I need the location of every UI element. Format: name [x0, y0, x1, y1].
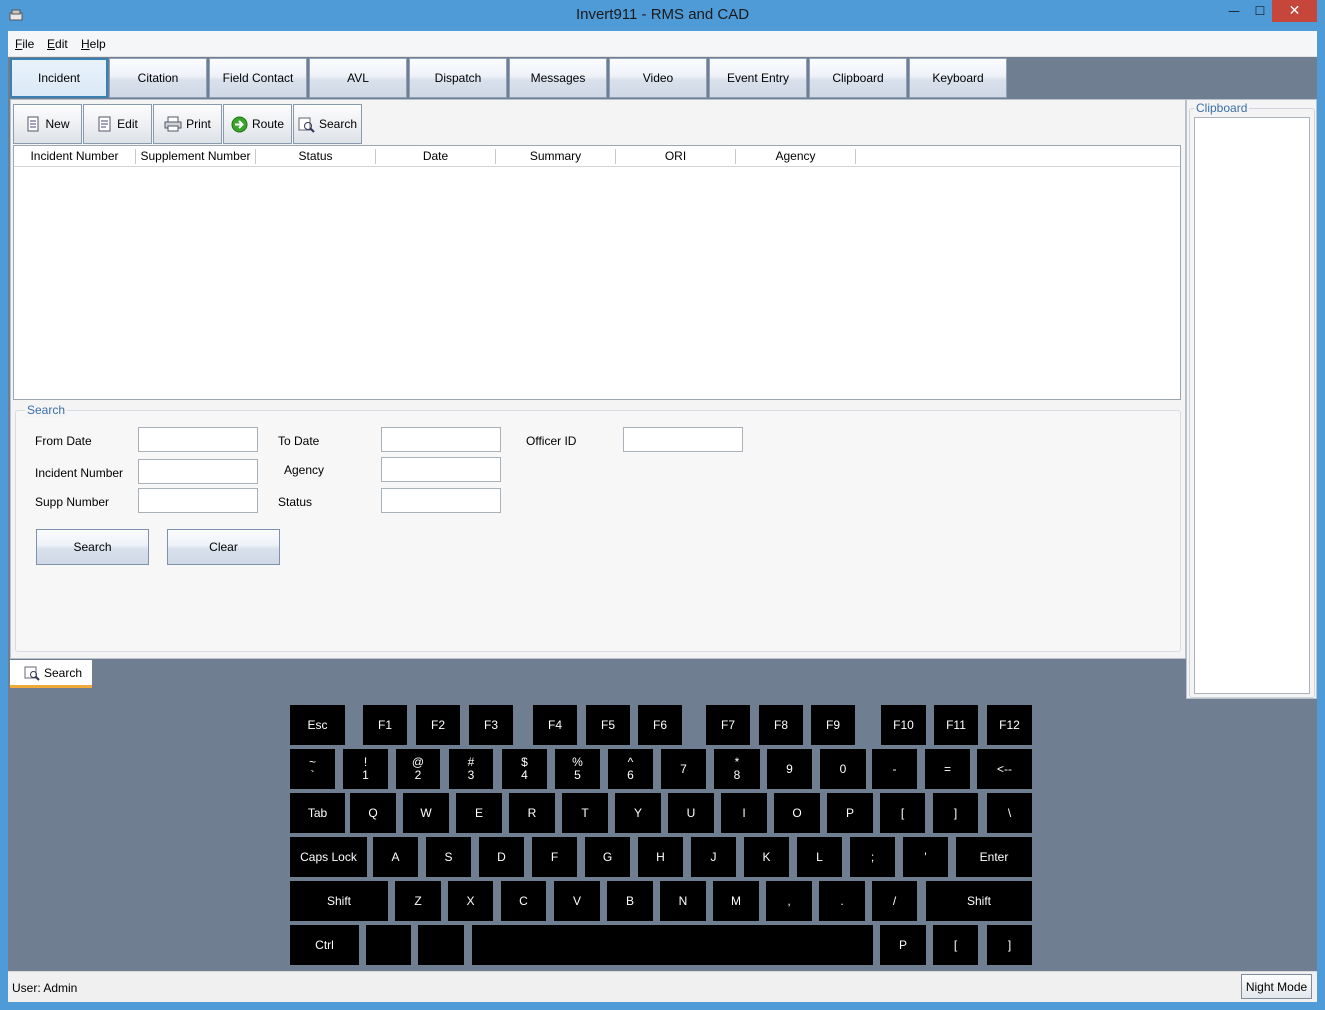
key-f11[interactable]: F11 [934, 705, 978, 745]
key--[interactable]: - [872, 749, 917, 789]
key-7[interactable]: 7 [661, 749, 706, 789]
key-f8[interactable]: F8 [759, 705, 803, 745]
key-6[interactable]: ^ 6 [608, 749, 653, 789]
key-u91[interactable]: [ [880, 793, 925, 833]
key-f1[interactable]: F1 [363, 705, 407, 745]
key-u61[interactable]: = [925, 749, 970, 789]
key-u93[interactable]: ] [987, 925, 1032, 965]
key-c[interactable]: C [501, 881, 546, 921]
key-o[interactable]: O [774, 793, 820, 833]
key-u96[interactable]: ~ ` [290, 749, 335, 789]
key-shift[interactable]: Shift [926, 881, 1032, 921]
key-label: - [892, 761, 897, 776]
key-y[interactable]: Y [615, 793, 661, 833]
key-esc[interactable]: Esc [290, 705, 345, 745]
key-3[interactable]: #3 [449, 749, 493, 789]
key-z[interactable]: Z [395, 881, 441, 921]
key-u59[interactable]: ; [850, 837, 895, 877]
key-f5[interactable]: F5 [586, 705, 630, 745]
night-mode-button[interactable]: Night Mode [1241, 974, 1312, 999]
key-1[interactable]: ! 1 [343, 749, 388, 789]
key-blank-2[interactable] [418, 925, 464, 965]
key-g[interactable]: G [585, 837, 630, 877]
key-t[interactable]: T [562, 793, 608, 833]
maximize-button[interactable]: ☐ [1246, 0, 1274, 22]
key-u46[interactable]: . [819, 881, 865, 921]
key-f7[interactable]: F7 [706, 705, 750, 745]
key-label: 4 [521, 768, 528, 782]
key-n[interactable]: N [660, 881, 706, 921]
key-u44[interactable]: , [766, 881, 812, 921]
key-label: <-- [997, 761, 1012, 776]
key-shift[interactable]: Shift [290, 881, 388, 921]
key-label: 6 [627, 768, 634, 782]
status-user: User: Admin [12, 981, 78, 995]
key-f6[interactable]: F6 [638, 705, 682, 745]
key-f12[interactable]: F12 [987, 705, 1032, 745]
key-8[interactable]: * 8 [714, 749, 760, 789]
key-q[interactable]: Q [350, 793, 396, 833]
key-ctrl[interactable]: Ctrl [290, 925, 359, 965]
key-2[interactable]: @2 [396, 749, 440, 789]
key-label: 5 [574, 768, 581, 782]
key-s[interactable]: S [426, 837, 471, 877]
key-u93[interactable]: ] [933, 793, 978, 833]
key-l[interactable]: L [797, 837, 842, 877]
key-0[interactable]: 0 [820, 749, 866, 789]
key-label: 7 [680, 761, 687, 776]
minimize-button[interactable]: — [1220, 0, 1248, 22]
key-u47[interactable]: / [872, 881, 917, 921]
close-button[interactable]: ✕ [1272, 0, 1317, 22]
key-f4[interactable]: F4 [533, 705, 577, 745]
key-w[interactable]: W [403, 793, 449, 833]
key-x[interactable]: X [448, 881, 493, 921]
key-h[interactable]: H [638, 837, 683, 877]
title-bar: Invert911 - RMS and CAD — ☐ ✕ [0, 0, 1325, 31]
key-9[interactable]: 9 [767, 749, 812, 789]
key-space[interactable] [472, 925, 873, 965]
key-u[interactable]: U [668, 793, 714, 833]
key-5[interactable]: % 5 [555, 749, 600, 789]
key-label: ` [310, 768, 315, 782]
key-f9[interactable]: F9 [811, 705, 855, 745]
key-blank-1[interactable] [366, 925, 411, 965]
key-label: 8 [733, 768, 741, 782]
key-p[interactable]: P [827, 793, 873, 833]
key-tab[interactable]: Tab [290, 793, 345, 833]
key-b[interactable]: B [607, 881, 653, 921]
key-u91[interactable]: [ [933, 925, 978, 965]
key-a[interactable]: A [373, 837, 418, 877]
key-label: 1 [362, 768, 369, 782]
window-title: Invert911 - RMS and CAD [575, 6, 750, 23]
key-label: 9 [786, 761, 793, 776]
key-f10[interactable]: F10 [881, 705, 926, 745]
key-enter[interactable]: Enter [956, 837, 1032, 877]
key-i[interactable]: I [721, 793, 767, 833]
key-label: 3 [467, 768, 475, 782]
key-f3[interactable]: F3 [469, 705, 513, 745]
status-bar: User: Admin Night Mode [8, 971, 1317, 1002]
key-r[interactable]: R [509, 793, 555, 833]
client-area: File Edit Help Incident Citation Field C… [8, 31, 1317, 1002]
key-m[interactable]: M [713, 881, 759, 921]
key-label: 0 [839, 761, 847, 776]
key-k[interactable]: K [744, 837, 789, 877]
key-label: 2 [414, 768, 422, 782]
key-p[interactable]: P [880, 925, 926, 965]
key-f2[interactable]: F2 [416, 705, 460, 745]
key-v[interactable]: V [554, 881, 600, 921]
key-4[interactable]: $4 [502, 749, 547, 789]
key-d[interactable]: D [479, 837, 524, 877]
key-u60--[interactable]: <-- [977, 749, 1032, 789]
key-label: = [943, 761, 951, 776]
key-u92[interactable]: \ [987, 793, 1032, 833]
key-caps-lock[interactable]: Caps Lock [290, 837, 367, 877]
key-e[interactable]: E [456, 793, 502, 833]
key-j[interactable]: J [691, 837, 736, 877]
key-f[interactable]: F [532, 837, 577, 877]
key-u39[interactable]: ' [903, 837, 948, 877]
on-screen-keyboard: Esc F1 F2 F3 F4 F5 F6 F7 F8 F9 F10 F11 F12 ~ `! 1 @2 #3 $4… [8, 31, 1317, 971]
